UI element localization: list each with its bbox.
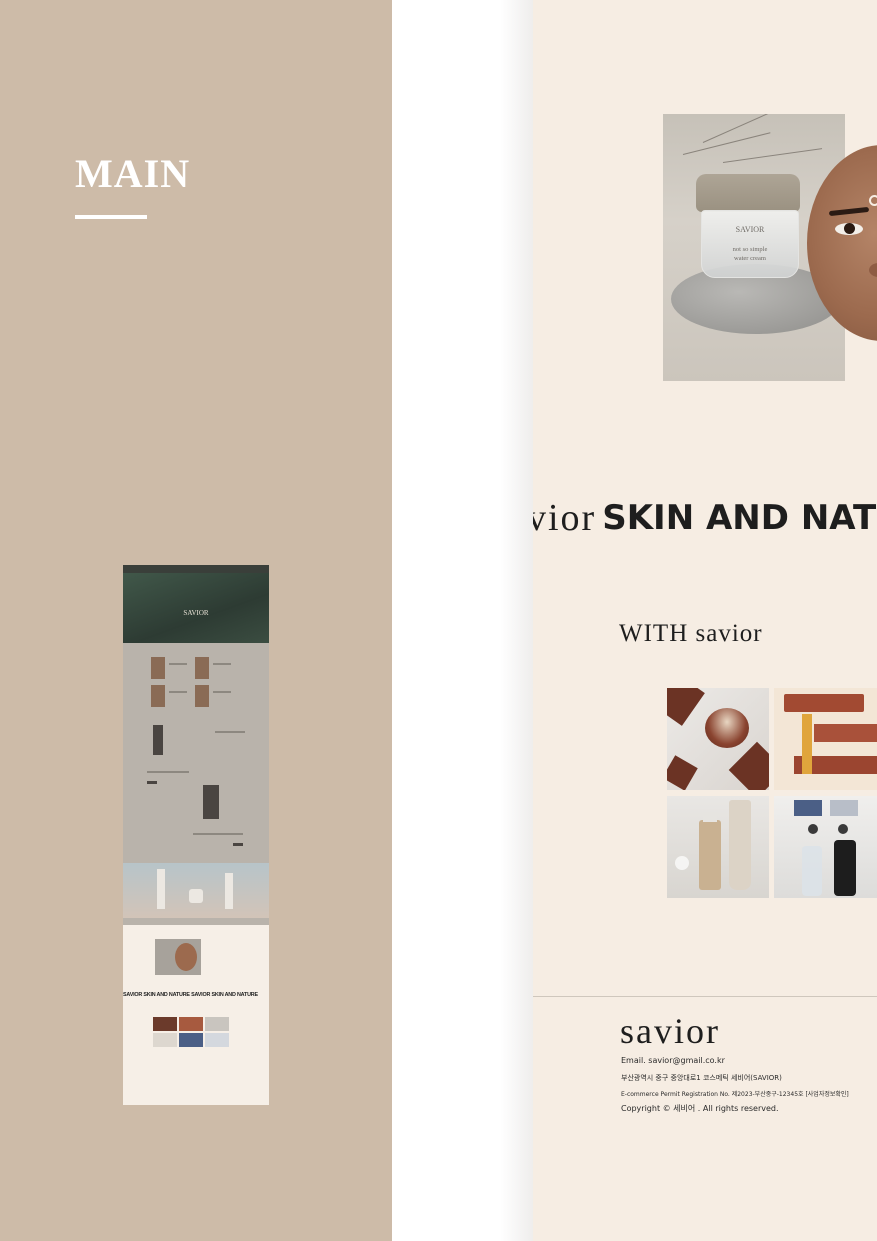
- grid-image-cream-jar[interactable]: [667, 688, 769, 790]
- thumb-product: [153, 725, 163, 755]
- thumb-text-line: [213, 691, 231, 693]
- marquee-brand: vior: [533, 497, 597, 539]
- cream-jar: SAVIOR not so simple water cream: [701, 210, 799, 278]
- thumb-face: [175, 943, 197, 971]
- left-panel: MAIN SAVIOR SAVIOR SKIN AND NATURE SAVIO…: [0, 0, 392, 1241]
- bottle: [814, 724, 877, 742]
- thumb-lower: [123, 925, 269, 1105]
- label: [802, 714, 812, 774]
- eyebrow: [828, 206, 870, 217]
- jar-label-line2: water cream: [734, 255, 766, 262]
- thumb-tile: [153, 1033, 177, 1047]
- footer-divider: [533, 996, 877, 997]
- thumb-tile: [179, 1017, 203, 1031]
- twig: [682, 132, 771, 155]
- section-title: MAIN: [75, 151, 191, 196]
- thumb-hero-brand: SAVIOR: [183, 609, 209, 617]
- thumb-product: [203, 785, 219, 819]
- full-page-thumbnail: SAVIOR SAVIOR SKIN AND NATURE SAVIOR SKI…: [123, 565, 269, 1105]
- thumb-button: [147, 781, 157, 784]
- nose: [869, 263, 877, 277]
- bubble: [675, 856, 689, 870]
- thumb-card: [195, 657, 209, 679]
- tube: [729, 800, 751, 890]
- grid-image-serum-bottles[interactable]: [774, 796, 877, 898]
- shape: [728, 741, 769, 790]
- grid-image-amber-bottles[interactable]: [774, 688, 877, 790]
- page-shadow: [500, 0, 533, 1241]
- footer-copyright: Copyright © 세비어 . All rights reserved.: [621, 1104, 779, 1113]
- brand-marquee: vior SKIN AND NATU: [533, 496, 877, 540]
- footer-permit[interactable]: E-commerce Permit Registration No. 제2023…: [621, 1089, 849, 1098]
- twig: [702, 114, 777, 143]
- thumb-text-line: [147, 771, 189, 773]
- thumb-text-line: [169, 691, 187, 693]
- marquee-tagline: SKIN AND NATU: [602, 498, 877, 538]
- box: [794, 800, 822, 816]
- thumb-text-line: [193, 833, 243, 835]
- grid-image-tubes[interactable]: [667, 796, 769, 898]
- footer-address: 부산광역시 중구 중앙대로1 코스메틱 세비어(SAVIOR): [621, 1074, 782, 1082]
- shape: [667, 688, 705, 726]
- thumb-best-seller: [123, 863, 269, 918]
- bottle: [699, 820, 721, 890]
- thumb-card: [195, 685, 209, 707]
- jar-label-line1: not so simple: [732, 246, 768, 253]
- thumb-jar: [189, 889, 203, 903]
- box: [830, 800, 858, 816]
- cap: [808, 824, 818, 834]
- cap: [838, 824, 848, 834]
- twig: [722, 148, 823, 163]
- jar-shape: [705, 708, 749, 748]
- eye: [835, 223, 863, 235]
- with-savior-title: WITH savior: [619, 620, 763, 647]
- thumb-tile: [179, 1033, 203, 1047]
- bottle: [784, 694, 864, 712]
- thumb-tile: [205, 1017, 229, 1031]
- thumb-button: [233, 843, 243, 846]
- page-preview: SAVIOR not so simple water cream vior SKI…: [533, 0, 877, 1241]
- thumb-tile: [153, 1017, 177, 1031]
- thumb-card: [151, 657, 165, 679]
- cream-dot: [869, 195, 877, 206]
- thumb-text-line: [213, 663, 231, 665]
- black-bottle: [834, 840, 856, 896]
- thumb-tile: [205, 1033, 229, 1047]
- shape: [667, 755, 698, 790]
- thumb-card: [151, 685, 165, 707]
- thumb-bottle: [157, 869, 165, 909]
- thumb-bottle: [225, 873, 233, 909]
- cap: [703, 812, 717, 822]
- thumb-hero: SAVIOR: [123, 573, 269, 643]
- thumb-marquee: SAVIOR SKIN AND NATURE SAVIOR SKIN AND N…: [123, 992, 258, 998]
- pupil: [844, 223, 855, 234]
- title-underline: [75, 215, 147, 219]
- thumb-text-line: [169, 663, 187, 665]
- jar-brand: SAVIOR: [735, 225, 765, 234]
- jar-label: not so simple water cream: [702, 245, 798, 263]
- footer-logo: savior: [620, 1011, 720, 1051]
- jar-lid: [696, 174, 800, 212]
- clear-bottle: [802, 846, 822, 896]
- footer-email[interactable]: Email. savior@gmail.co.kr: [621, 1056, 725, 1065]
- thumb-navbar: [123, 565, 269, 573]
- thumb-text-line: [215, 731, 245, 733]
